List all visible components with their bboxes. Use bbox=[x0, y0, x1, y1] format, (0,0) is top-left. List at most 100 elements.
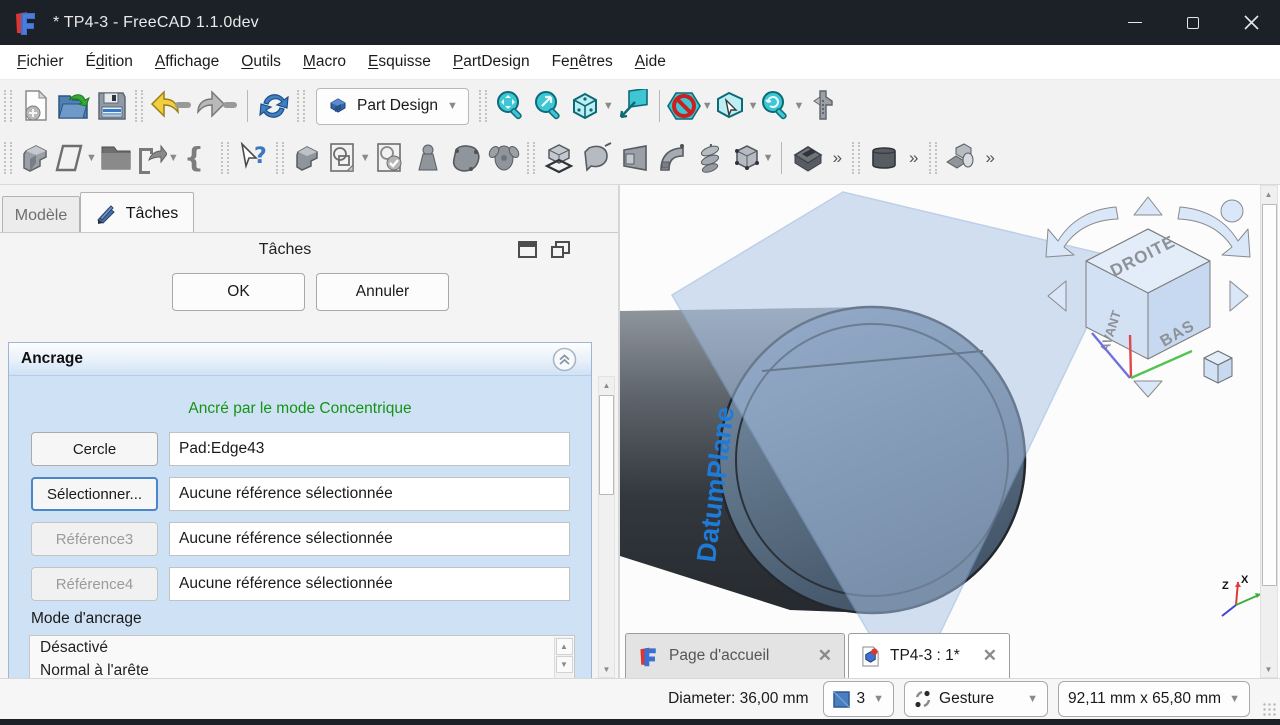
draw-style-selector[interactable]: 3 ▼ bbox=[823, 681, 895, 717]
additive-loft-button[interactable] bbox=[616, 136, 654, 180]
toolbar-grip[interactable] bbox=[221, 142, 229, 174]
open-document-button[interactable] bbox=[55, 84, 93, 128]
navcube-down-arrow[interactable] bbox=[1134, 381, 1162, 397]
create-sketch-button[interactable]: ▼ bbox=[327, 136, 371, 180]
toolbar-grip[interactable] bbox=[479, 90, 487, 122]
scroll-down-icon[interactable]: ▼ bbox=[1261, 661, 1276, 677]
maximize-button[interactable] bbox=[1164, 0, 1222, 45]
reference2-button[interactable]: Sélectionner... bbox=[31, 477, 158, 511]
attachment-mode-list[interactable]: Désactivé Normal à l'arête ▲ ▼ bbox=[29, 635, 575, 680]
redo-button[interactable] bbox=[194, 84, 240, 128]
attachment-header[interactable]: Ancrage bbox=[9, 343, 591, 376]
new-document-button[interactable] bbox=[17, 84, 55, 128]
mode-item-normal[interactable]: Normal à l'arête bbox=[30, 659, 574, 680]
view-size-selector[interactable]: 92,11 mm x 65,80 mm ▼ bbox=[1058, 681, 1250, 717]
fit-all-button[interactable] bbox=[492, 84, 530, 128]
tab-page-accueil[interactable]: Page d'accueil ✕ bbox=[625, 633, 845, 678]
navcube-up-arrow[interactable] bbox=[1134, 197, 1162, 215]
navcube-mini-cube[interactable] bbox=[1204, 351, 1232, 383]
expression-button[interactable]: { } bbox=[179, 136, 217, 180]
ok-button[interactable]: OK bbox=[172, 273, 305, 311]
viewport-scrollbar[interactable]: ▲ ▼ bbox=[1260, 185, 1278, 678]
pad-button[interactable] bbox=[540, 136, 578, 180]
reference4-field[interactable]: Aucune référence sélectionnée bbox=[169, 567, 570, 601]
collapse-section-icon[interactable] bbox=[552, 347, 577, 372]
validate-sketch-button[interactable] bbox=[371, 136, 409, 180]
toolbar-overflow-button[interactable]: » bbox=[827, 148, 848, 168]
clipping-plane-button[interactable]: ▼ bbox=[667, 84, 713, 128]
clone-button[interactable] bbox=[485, 136, 523, 180]
menu-outils[interactable]: Outils bbox=[230, 45, 292, 79]
menu-macro[interactable]: Macro bbox=[292, 45, 357, 79]
reference3-field[interactable]: Aucune référence sélectionnée bbox=[169, 522, 570, 556]
view-cursor-button[interactable]: ▼ bbox=[713, 84, 759, 128]
dock-panel-icon[interactable] bbox=[518, 241, 537, 258]
measure-button[interactable] bbox=[804, 84, 842, 128]
menu-aide[interactable]: Aide bbox=[624, 45, 677, 79]
menu-fichier[interactable]: Fichier bbox=[6, 45, 75, 79]
scroll-up-icon[interactable]: ▲ bbox=[556, 638, 573, 655]
menu-edition[interactable]: Édition bbox=[75, 45, 144, 79]
zoom-refresh-button[interactable]: ▼ bbox=[759, 84, 805, 128]
axonometric-view-button[interactable]: ▼ bbox=[568, 84, 614, 128]
menu-fenetres[interactable]: Fenêtres bbox=[541, 45, 624, 79]
tab-modele[interactable]: Modèle bbox=[2, 196, 80, 235]
menu-partdesign[interactable]: PartDesign bbox=[442, 45, 541, 79]
menu-affichage[interactable]: Affichage bbox=[144, 45, 230, 79]
reference1-button[interactable]: Cercle bbox=[31, 432, 158, 466]
create-body-button[interactable] bbox=[17, 136, 55, 180]
panel-scrollbar[interactable]: ▲ ▼ bbox=[598, 376, 615, 678]
revolution-button[interactable] bbox=[578, 136, 616, 180]
mode-list-scrollbar[interactable]: ▲ ▼ bbox=[554, 637, 573, 680]
align-to-plane-button[interactable] bbox=[614, 84, 652, 128]
window-resize-grip[interactable] bbox=[1262, 702, 1276, 716]
save-button[interactable] bbox=[93, 84, 131, 128]
toolbar-overflow-button[interactable]: » bbox=[980, 148, 1001, 168]
toolbar-grip[interactable] bbox=[135, 90, 143, 122]
additive-pipe-button[interactable] bbox=[654, 136, 692, 180]
tab-document-tp43[interactable]: TP4-3 : 1* ✕ bbox=[848, 633, 1010, 678]
scrollbar-thumb[interactable] bbox=[1262, 204, 1277, 586]
mode-item-desactive[interactable]: Désactivé bbox=[30, 636, 574, 659]
toolbar-grip[interactable] bbox=[297, 90, 305, 122]
fit-selection-button[interactable] bbox=[530, 84, 568, 128]
boolean-button[interactable] bbox=[942, 136, 980, 180]
menu-esquisse[interactable]: Esquisse bbox=[357, 45, 442, 79]
scroll-down-icon[interactable]: ▼ bbox=[556, 656, 573, 673]
scroll-up-icon[interactable]: ▲ bbox=[1261, 186, 1276, 202]
close-button[interactable] bbox=[1222, 0, 1280, 45]
close-tab-icon[interactable]: ✕ bbox=[818, 646, 832, 666]
cancel-button[interactable]: Annuler bbox=[316, 273, 449, 311]
toolbar-grip[interactable] bbox=[929, 142, 937, 174]
float-panel-icon[interactable] bbox=[551, 241, 570, 258]
additive-helix-button[interactable] bbox=[692, 136, 730, 180]
toolbar-overflow-button[interactable]: » bbox=[903, 148, 924, 168]
minimize-button[interactable] bbox=[1106, 0, 1164, 45]
group-button[interactable] bbox=[97, 136, 135, 180]
refresh-button[interactable] bbox=[255, 84, 293, 128]
scroll-down-icon[interactable]: ▼ bbox=[599, 661, 614, 677]
3d-viewport[interactable]: DatumPlane DROITE AVANT BAS bbox=[620, 185, 1280, 678]
pocket-button[interactable] bbox=[789, 136, 827, 180]
toolbar-grip[interactable] bbox=[527, 142, 535, 174]
groove-button[interactable] bbox=[865, 136, 903, 180]
toolbar-grip[interactable] bbox=[4, 142, 12, 174]
create-body2-button[interactable] bbox=[289, 136, 327, 180]
reference1-field[interactable]: Pad:Edge43 bbox=[169, 432, 570, 466]
subshape-binder-button[interactable] bbox=[447, 136, 485, 180]
close-tab-icon[interactable]: ✕ bbox=[983, 646, 997, 666]
shapebinder-button[interactable] bbox=[409, 136, 447, 180]
whats-this-button[interactable]: ? bbox=[234, 136, 272, 180]
toolbar-grip[interactable] bbox=[276, 142, 284, 174]
reference2-field[interactable]: Aucune référence sélectionnée bbox=[169, 477, 570, 511]
create-datum-plane-button[interactable]: ▼ bbox=[55, 136, 97, 180]
toolbar-grip[interactable] bbox=[852, 142, 860, 174]
navcube-right-arrow[interactable] bbox=[1230, 281, 1248, 311]
primitive-box-button[interactable]: ▼ bbox=[730, 136, 774, 180]
scrollbar-thumb[interactable] bbox=[599, 395, 614, 495]
workbench-selector[interactable]: Part Design ▼ bbox=[316, 88, 469, 125]
toolbar-grip[interactable] bbox=[4, 90, 12, 122]
scroll-up-icon[interactable]: ▲ bbox=[599, 377, 614, 393]
navigation-style-selector[interactable]: Gesture ▼ bbox=[904, 681, 1048, 717]
undo-button[interactable] bbox=[148, 84, 194, 128]
